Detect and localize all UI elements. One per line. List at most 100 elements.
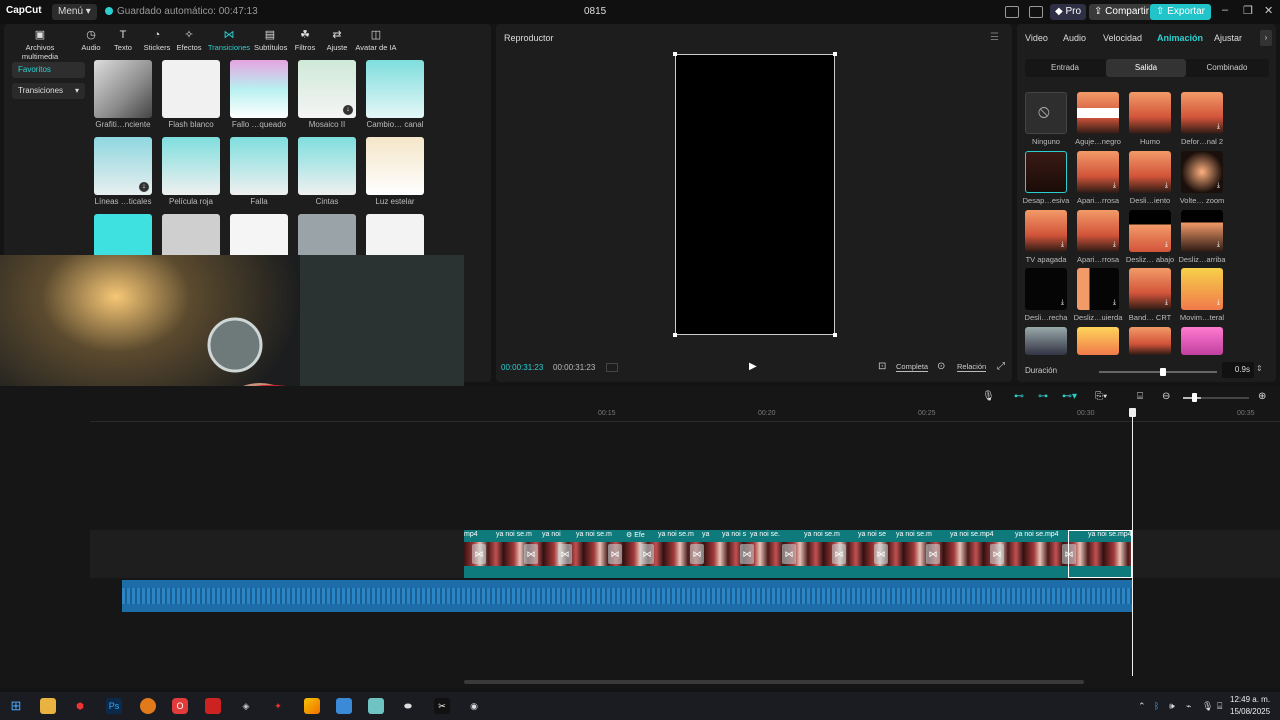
photoshop-icon[interactable]: Ps xyxy=(106,698,122,714)
tab-adjust[interactable]: Ajustar xyxy=(1214,33,1242,43)
selected-clip-outline[interactable] xyxy=(1068,530,1132,578)
download-icon[interactable]: ⤓ xyxy=(1217,123,1220,131)
animation-thumb[interactable]: ⤓ xyxy=(1077,151,1119,193)
ratio-button[interactable]: Relación xyxy=(957,362,987,372)
download-icon[interactable]: ↓ xyxy=(343,105,353,115)
transition-marker[interactable]: ⋈ xyxy=(524,544,538,564)
transition-thumb[interactable] xyxy=(366,60,424,118)
download-icon[interactable]: ⤓ xyxy=(1061,299,1064,307)
tab-audio[interactable]: Audio xyxy=(1063,33,1086,43)
app-icon[interactable]: ⬬ xyxy=(400,698,416,714)
animation-thumb[interactable]: ⤓ xyxy=(1129,210,1171,252)
play-button[interactable]: ▶ xyxy=(749,361,757,372)
download-icon[interactable]: ⤓ xyxy=(1113,299,1116,307)
transition-marker[interactable]: ⋈ xyxy=(640,544,654,564)
usb-icon[interactable]: ⌁ xyxy=(1186,701,1191,712)
volume-icon[interactable]: 🕪︎ xyxy=(1169,701,1175,712)
duration-value-input[interactable]: 0.9s xyxy=(1222,362,1254,378)
transition-thumb[interactable] xyxy=(298,137,356,195)
animation-thumb[interactable]: ⤓ xyxy=(1129,151,1171,193)
focus-icon[interactable]: ⊙ xyxy=(937,361,945,372)
tool-ai-avatar[interactable]: ◫ Avatar de IA xyxy=(354,29,398,52)
microphone-tray-icon[interactable]: 🎙︎ xyxy=(1202,701,1213,712)
preview-canvas[interactable] xyxy=(673,52,837,337)
animation-thumb[interactable] xyxy=(1077,92,1119,134)
close-icon[interactable]: ✕ xyxy=(1264,4,1273,17)
stepper-icon[interactable]: ⇕ xyxy=(1256,364,1263,373)
download-icon[interactable]: ⤓ xyxy=(1217,182,1220,190)
pro-button[interactable]: ◆ Pro xyxy=(1050,4,1087,20)
subtab-out[interactable]: Salida xyxy=(1106,59,1186,77)
download-icon[interactable]: ⤓ xyxy=(1165,241,1168,249)
preview-axis-icon[interactable]: ⌸ xyxy=(1137,391,1143,402)
app-icon[interactable] xyxy=(304,698,320,714)
transition-marker[interactable]: ⋈ xyxy=(558,544,572,564)
app-icon[interactable] xyxy=(205,698,221,714)
download-icon[interactable]: ⤓ xyxy=(1217,241,1220,249)
transition-marker[interactable]: ⋈ xyxy=(740,544,754,564)
file-explorer-icon[interactable] xyxy=(40,698,56,714)
zoom-in-icon[interactable]: ⊕ xyxy=(1258,391,1266,402)
tool-subtitles[interactable]: ▤ Subtítulos xyxy=(254,29,287,52)
tool-text[interactable]: T Texto xyxy=(110,29,136,52)
transition-marker[interactable]: ⋈ xyxy=(472,544,486,564)
tab-animation[interactable]: Animación xyxy=(1157,33,1203,43)
download-icon[interactable]: ⤓ xyxy=(1217,299,1220,307)
transition-thumb[interactable] xyxy=(162,60,220,118)
transition-thumb[interactable] xyxy=(162,137,220,195)
shortcut-icon[interactable] xyxy=(1029,6,1043,18)
split-icon[interactable]: ⎘▾ xyxy=(1095,391,1107,402)
grid-icon[interactable] xyxy=(606,363,618,372)
animation-thumb[interactable]: ⤓ xyxy=(1181,268,1223,310)
tool-stickers[interactable]: ◔ Stickers xyxy=(142,29,172,52)
app-icon[interactable]: ⬢ xyxy=(72,698,88,714)
chevron-right-icon[interactable]: › xyxy=(1260,30,1272,46)
download-icon[interactable]: ⤓ xyxy=(1113,241,1116,249)
snap-icon[interactable]: ⊷▾ xyxy=(1062,391,1077,402)
download-icon[interactable]: ↓ xyxy=(139,182,149,192)
animation-thumb[interactable] xyxy=(1077,327,1119,355)
subtab-in[interactable]: Entrada xyxy=(1025,59,1105,77)
download-icon[interactable]: ⤓ xyxy=(1113,182,1116,190)
magnet-icon[interactable]: ⊷ xyxy=(1014,391,1024,402)
transition-thumb[interactable]: ↓ xyxy=(94,137,152,195)
animation-thumb-selected[interactable] xyxy=(1025,151,1067,193)
link-icon[interactable]: ⊶ xyxy=(1038,391,1048,402)
full-quality-button[interactable]: Completa xyxy=(896,362,929,372)
transition-marker[interactable]: ⋈ xyxy=(832,544,846,564)
animation-thumb[interactable] xyxy=(1129,327,1171,355)
subtab-combo[interactable]: Combinado xyxy=(1187,59,1267,77)
transition-marker[interactable]: ⋈ xyxy=(690,544,704,564)
tool-filters[interactable]: ☘ Filtros xyxy=(291,29,319,52)
transition-marker[interactable]: ⋈ xyxy=(874,544,888,564)
animation-thumb[interactable]: ⤓ xyxy=(1181,151,1223,193)
horizontal-scrollbar[interactable] xyxy=(464,680,1084,684)
animation-thumb[interactable]: ⤓ xyxy=(1181,210,1223,252)
zoom-slider-handle[interactable] xyxy=(1192,393,1197,402)
transition-thumb[interactable] xyxy=(94,60,152,118)
animation-thumb[interactable]: ⤓ xyxy=(1129,268,1171,310)
animation-thumb[interactable]: ⤓ xyxy=(1077,268,1119,310)
tool-effects[interactable]: ✧ Efectos xyxy=(175,29,203,52)
sidebar-item-favorites[interactable]: Favoritos xyxy=(12,62,85,78)
animation-thumb[interactable]: ⤓ xyxy=(1181,92,1223,134)
playhead[interactable] xyxy=(1132,408,1133,676)
download-icon[interactable]: ⤓ xyxy=(1061,241,1064,249)
sidebar-item-transitions[interactable]: Transiciones ▾ xyxy=(12,83,85,99)
animation-thumb[interactable] xyxy=(1129,92,1171,134)
transition-thumb[interactable]: ↓ xyxy=(298,60,356,118)
browser-icon[interactable] xyxy=(140,698,156,714)
capcut-taskbar-icon[interactable]: ✂ xyxy=(434,698,450,714)
transition-thumb[interactable] xyxy=(230,60,288,118)
opera-icon[interactable]: O xyxy=(172,698,188,714)
system-clock[interactable]: 12:49 a. m. 15/08/2025 xyxy=(1230,694,1270,718)
export-button[interactable]: ⇧ Exportar xyxy=(1150,4,1211,20)
video-clips[interactable]: mp4 ya noi se.m ya noi ya noi se.m ⚙ Efe… xyxy=(464,530,1132,578)
duration-slider[interactable] xyxy=(1099,371,1217,373)
app-icon[interactable]: ◉ xyxy=(466,698,482,714)
app-icon[interactable] xyxy=(336,698,352,714)
tool-audio[interactable]: ◷ Audio xyxy=(78,29,104,52)
minimize-icon[interactable]: – xyxy=(1222,4,1228,16)
transition-marker[interactable]: ⋈ xyxy=(608,544,622,564)
transition-marker[interactable]: ⋈ xyxy=(782,544,796,564)
